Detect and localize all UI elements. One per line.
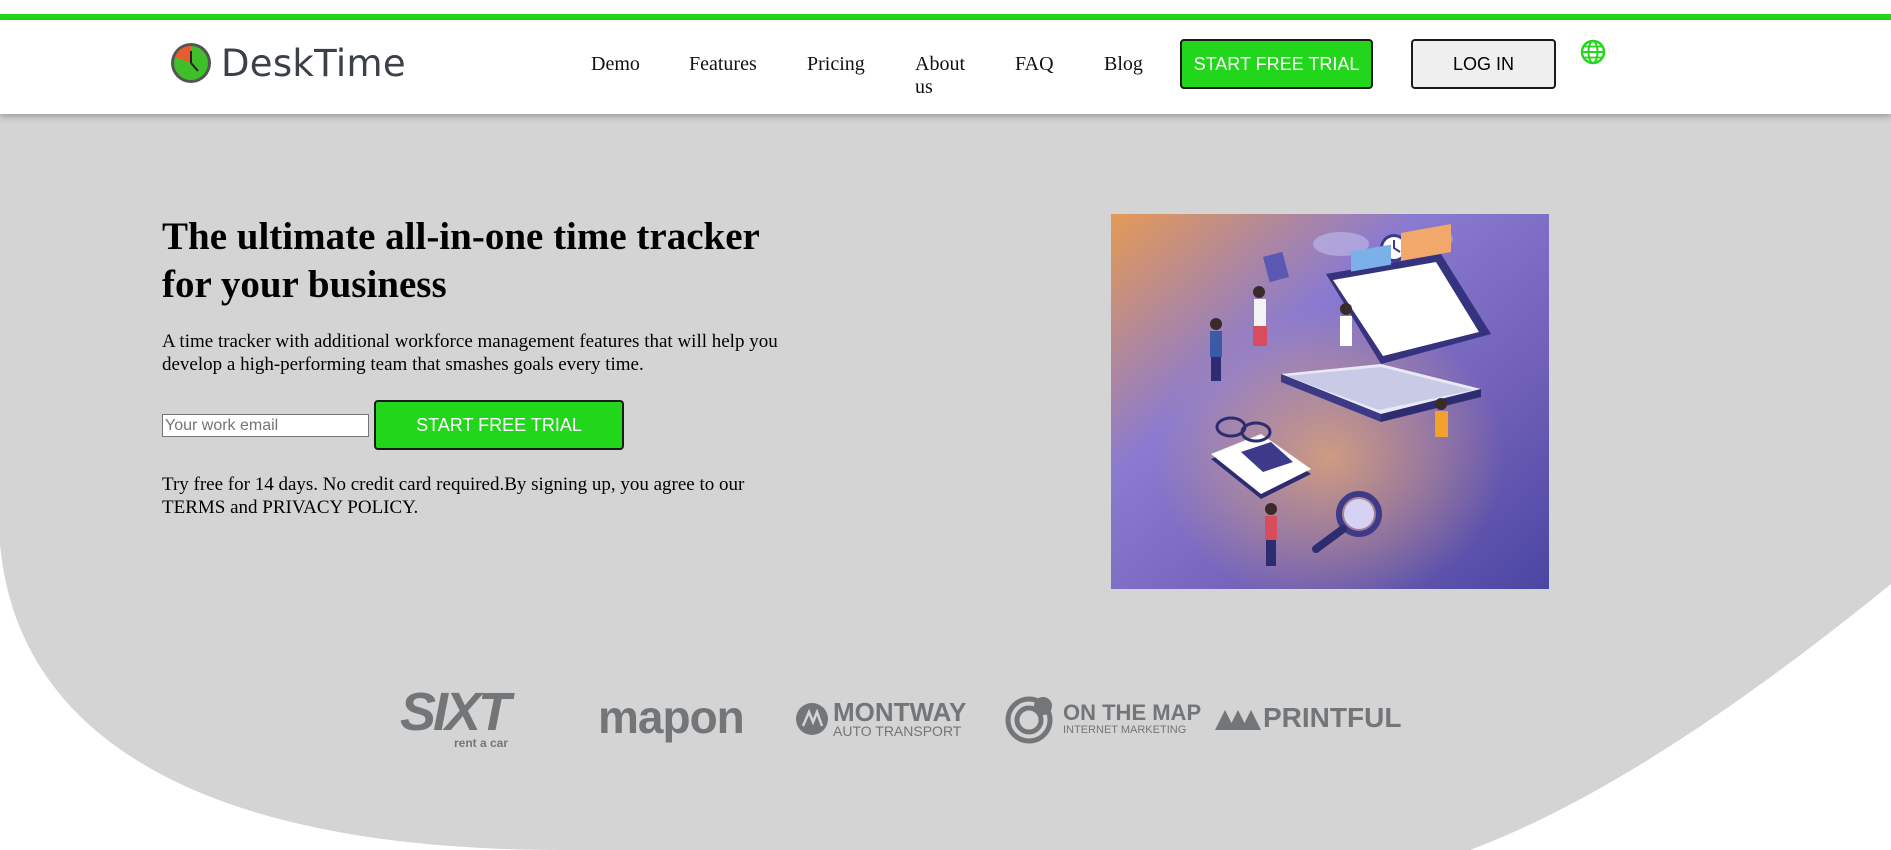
printful-wordmark: PRINTFUL bbox=[1263, 702, 1402, 733]
nav-pricing[interactable]: Pricing bbox=[807, 53, 865, 76]
logo-montway: MONTWAY AUTO TRANSPORT bbox=[795, 697, 967, 739]
nav-demo[interactable]: Demo bbox=[591, 53, 640, 76]
hero-start-trial-button[interactable]: START FREE TRIAL bbox=[374, 400, 624, 450]
montway-tagline: AUTO TRANSPORT bbox=[833, 723, 962, 739]
client-logos-row: SIXT rent a car mapon MONTWAY AUTO TRANS… bbox=[0, 680, 1891, 760]
logo-mapon: mapon bbox=[598, 691, 745, 743]
logo-on-the-map: ON THE MAP INTERNET MARKETING bbox=[1005, 694, 1201, 744]
logo-printful: PRINTFUL bbox=[1215, 704, 1401, 732]
nav-faq[interactable]: FAQ bbox=[1015, 53, 1054, 76]
on-the-map-tagline: INTERNET MARKETING bbox=[1063, 724, 1187, 736]
montway-mark-icon bbox=[796, 703, 828, 735]
desktime-logo[interactable]: DeskTime bbox=[169, 41, 406, 85]
logo-text: DeskTime bbox=[221, 41, 406, 85]
sixt-tagline: rent a car bbox=[454, 736, 509, 750]
nav-about-us[interactable]: About us bbox=[915, 53, 975, 99]
site-header: DeskTime Demo Features Pricing About us … bbox=[0, 20, 1891, 114]
hero-illustration bbox=[1111, 214, 1549, 589]
nav-blog[interactable]: Blog bbox=[1104, 53, 1143, 76]
montway-wordmark: MONTWAY bbox=[833, 697, 967, 727]
printful-mark-icon bbox=[1215, 710, 1261, 730]
hero-subtitle: A time tracker with additional workforce… bbox=[162, 331, 778, 375]
clock-logo-icon bbox=[171, 43, 211, 83]
header-start-trial-button[interactable]: START FREE TRIAL bbox=[1180, 39, 1373, 89]
logo-sixt: SIXT rent a car bbox=[400, 682, 511, 750]
nav-features[interactable]: Features bbox=[689, 53, 757, 76]
sixt-wordmark: SIXT bbox=[400, 682, 511, 742]
on-the-map-mark-icon bbox=[1005, 696, 1053, 744]
on-the-map-wordmark: ON THE MAP bbox=[1063, 700, 1202, 725]
login-button[interactable]: LOG IN bbox=[1411, 39, 1556, 89]
globe-language-icon[interactable] bbox=[1580, 39, 1606, 65]
trial-terms-note: Try free for 14 days. No credit card req… bbox=[162, 474, 745, 518]
hero-title: The ultimate all-in-one time tracker for… bbox=[162, 215, 760, 306]
work-email-input[interactable] bbox=[162, 414, 369, 437]
